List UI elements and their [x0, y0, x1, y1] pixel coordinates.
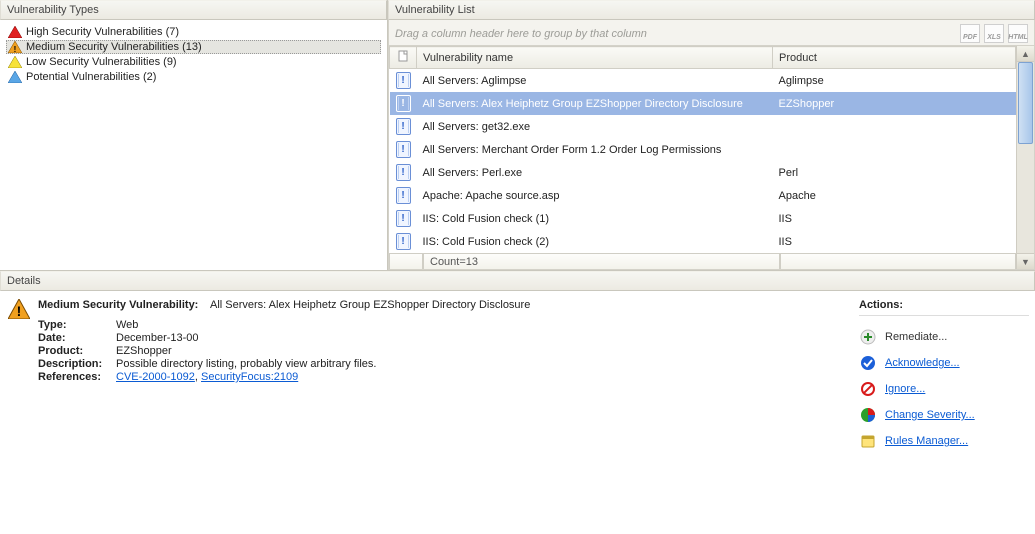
vuln-row-icon: ! — [396, 164, 411, 181]
cell-name: All Servers: Alex Heiphetz Group EZShopp… — [417, 92, 773, 115]
vertical-scrollbar[interactable]: ▲ ▼ — [1016, 46, 1034, 269]
col-header-product[interactable]: Product — [773, 47, 1016, 69]
severity-high-icon — [8, 26, 22, 38]
cell-product: IIS — [773, 207, 1016, 230]
cell-product — [773, 115, 1016, 138]
table-row[interactable]: ! All Servers: Perl.exePerl — [390, 161, 1016, 184]
details-heading-value: All Servers: Alex Heiphetz Group EZShopp… — [210, 299, 530, 311]
svg-text:!: ! — [17, 303, 22, 319]
cell-name: All Servers: Perl.exe — [417, 161, 773, 184]
grid-footer: Count=13 — [389, 253, 1016, 269]
plus-icon — [859, 328, 877, 346]
check-icon — [859, 354, 877, 372]
vuln-row-icon: ! — [396, 210, 411, 227]
scroll-up-button[interactable]: ▲ — [1017, 46, 1034, 62]
action-acknowledge[interactable]: Acknowledge... — [859, 350, 1029, 376]
cell-product: IIS — [773, 230, 1016, 253]
pie-icon — [859, 406, 877, 424]
action-label: Change Severity... — [885, 409, 975, 421]
label-date: Date: — [38, 332, 116, 344]
table-row[interactable]: ! All Servers: Merchant Order Form 1.2 Or… — [390, 138, 1016, 161]
action-label: Acknowledge... — [885, 357, 960, 369]
reference-link[interactable]: CVE-2000-1092 — [116, 371, 195, 383]
actions-heading: Actions: — [859, 299, 1029, 311]
cell-product: Apache — [773, 184, 1016, 207]
action-label: Remediate... — [885, 331, 947, 343]
cell-name: IIS: Cold Fusion check (2) — [417, 230, 773, 253]
col-header-name[interactable]: Vulnerability name — [417, 47, 773, 69]
cell-product: EZShopper — [773, 92, 1016, 115]
table-row[interactable]: ! Apache: Apache source.aspApache — [390, 184, 1016, 207]
vuln-types-tree: High Security Vulnerabilities (7) ! Medi… — [0, 20, 387, 270]
label-references: References: — [38, 371, 116, 383]
severity-medium-large-icon: ! — [8, 299, 30, 454]
vuln-row-icon: ! — [396, 187, 411, 204]
label-description: Description: — [38, 358, 116, 370]
cell-name: All Servers: Aglimpse — [417, 69, 773, 93]
value-description: Possible directory listing, probably vie… — [116, 358, 849, 370]
group-hint[interactable]: Drag a column header here to group by th… — [395, 28, 647, 40]
vuln-row-icon: ! — [396, 233, 411, 250]
export-xls-button[interactable]: XLS — [984, 24, 1004, 43]
vuln-list-header: Vulnerability List — [388, 0, 1035, 20]
action-change-severity[interactable]: Change Severity... — [859, 402, 1029, 428]
vuln-grid: Vulnerability name Product ! All Servers:… — [389, 46, 1016, 253]
export-pdf-button[interactable]: PDF — [960, 24, 980, 43]
label-type: Type: — [38, 319, 116, 331]
details-header: Details — [0, 271, 1035, 291]
export-html-button[interactable]: HTML — [1008, 24, 1028, 43]
table-row[interactable]: ! IIS: Cold Fusion check (2)IIS — [390, 230, 1016, 253]
vuln-row-icon: ! — [396, 118, 411, 135]
cell-product: Perl — [773, 161, 1016, 184]
scroll-thumb[interactable] — [1018, 62, 1033, 144]
reference-link[interactable]: SecurityFocus:2109 — [201, 371, 298, 383]
grid-footer-count: Count=13 — [423, 254, 780, 269]
cell-product: Aglimpse — [773, 69, 1016, 93]
severity-medium-icon: ! — [8, 41, 22, 53]
action-ignore[interactable]: Ignore... — [859, 376, 1029, 402]
tree-item-label: Medium Security Vulnerabilities (13) — [26, 41, 202, 53]
table-row[interactable]: ! All Servers: get32.exe — [390, 115, 1016, 138]
action-rules-manager[interactable]: Rules Manager... — [859, 428, 1029, 454]
vuln-row-icon: ! — [396, 141, 411, 158]
col-header-icon[interactable] — [390, 47, 417, 69]
severity-potential-icon — [8, 71, 22, 83]
table-row[interactable]: ! All Servers: Alex Heiphetz Group EZShop… — [390, 92, 1016, 115]
notebook-icon — [859, 432, 877, 450]
prohibit-icon — [859, 380, 877, 398]
action-label: Ignore... — [885, 383, 925, 395]
action-remediate[interactable]: Remediate... — [859, 324, 1029, 350]
cell-product — [773, 138, 1016, 161]
cell-name: IIS: Cold Fusion check (1) — [417, 207, 773, 230]
label-product: Product: — [38, 345, 116, 357]
tree-item-label: High Security Vulnerabilities (7) — [26, 26, 179, 38]
tree-item-low[interactable]: Low Security Vulnerabilities (9) — [6, 55, 381, 69]
action-label: Rules Manager... — [885, 435, 968, 447]
tree-item-high[interactable]: High Security Vulnerabilities (7) — [6, 25, 381, 39]
tree-item-label: Potential Vulnerabilities (2) — [26, 71, 156, 83]
cell-name: All Servers: get32.exe — [417, 115, 773, 138]
table-row[interactable]: ! All Servers: AglimpseAglimpse — [390, 69, 1016, 93]
value-product: EZShopper — [116, 345, 849, 357]
table-row[interactable]: ! IIS: Cold Fusion check (1)IIS — [390, 207, 1016, 230]
vuln-row-icon: ! — [396, 72, 411, 89]
severity-low-icon — [8, 56, 22, 68]
svg-text:!: ! — [14, 45, 17, 53]
document-icon — [398, 50, 408, 62]
details-heading-label: Medium Security Vulnerability: — [38, 299, 198, 311]
tree-item-medium[interactable]: ! Medium Security Vulnerabilities (13) — [6, 40, 381, 54]
tree-item-potential[interactable]: Potential Vulnerabilities (2) — [6, 70, 381, 84]
vuln-types-header: Vulnerability Types — [0, 0, 387, 20]
cell-name: Apache: Apache source.asp — [417, 184, 773, 207]
tree-item-label: Low Security Vulnerabilities (9) — [26, 56, 177, 68]
value-type: Web — [116, 319, 849, 331]
vuln-row-icon: ! — [396, 95, 411, 112]
cell-name: All Servers: Merchant Order Form 1.2 Ord… — [417, 138, 773, 161]
value-date: December-13-00 — [116, 332, 849, 344]
scroll-down-button[interactable]: ▼ — [1017, 253, 1034, 269]
